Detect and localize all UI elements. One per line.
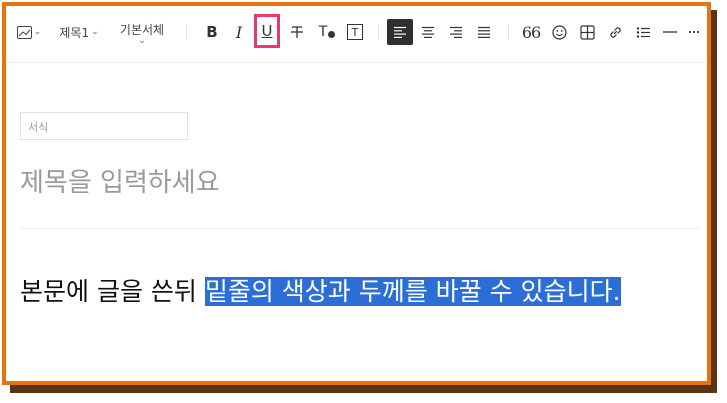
font-select[interactable]: 기본서체 ⌄ — [113, 19, 171, 46]
quote-button[interactable]: 66 — [518, 19, 544, 45]
text-background-button[interactable]: T — [342, 19, 368, 45]
text-background-label: T — [351, 25, 359, 39]
title-input[interactable]: 제목을 입력하세요 — [20, 162, 220, 199]
color-dot-icon — [328, 31, 336, 38]
align-center-icon — [421, 26, 435, 39]
body-text: 본문에 글을 쓴뒤 — [20, 277, 205, 306]
italic-button[interactable]: I — [226, 19, 252, 45]
align-left-button[interactable] — [387, 19, 413, 45]
more-icon — [688, 30, 700, 34]
link-button[interactable] — [602, 19, 628, 45]
underline-button[interactable]: U — [254, 14, 280, 48]
emoji-button[interactable] — [546, 19, 572, 45]
image-icon — [16, 25, 32, 39]
link-icon — [608, 25, 623, 40]
strikethrough-icon — [290, 25, 304, 39]
toolbar-divider — [378, 25, 379, 39]
toolbar-divider — [508, 25, 509, 39]
selected-text: 밑줄의 색상과 두께를 바꿀 수 있습니다. — [204, 277, 621, 306]
editor-window: ⌄ 제목1 ⌄ 기본서체 ⌄ B I U T T 66 서식 제목을 입력하세요… — [2, 2, 711, 385]
align-left-icon — [393, 26, 407, 39]
text-color-label: T — [318, 24, 328, 40]
bullet-list-button[interactable] — [630, 19, 656, 45]
font-select-label: 기본서체 — [119, 22, 165, 37]
editor-toolbar: ⌄ 제목1 ⌄ 기본서체 ⌄ B I U T T 66 — [6, 6, 707, 63]
title-placeholder: 제목을 입력하세요 — [20, 168, 220, 198]
chevron-down-icon: ⌄ — [138, 35, 146, 46]
align-justify-icon — [477, 26, 491, 39]
more-button[interactable] — [684, 19, 704, 45]
chevron-down-icon: ⌄ — [33, 27, 42, 37]
horizontal-rule-button[interactable] — [658, 19, 682, 45]
underline-label: U — [261, 22, 273, 40]
toolbar-divider — [186, 25, 187, 39]
smiley-icon — [551, 24, 567, 40]
title-divider — [20, 228, 700, 229]
horizontal-rule-icon — [663, 30, 677, 34]
quote-label: 66 — [521, 22, 541, 42]
format-placeholder: 서식 — [28, 121, 49, 134]
strikethrough-button[interactable] — [284, 19, 310, 45]
text-background-icon: T — [347, 24, 363, 40]
heading-select[interactable]: 제목1 ⌄ — [56, 19, 102, 45]
align-center-button[interactable] — [415, 19, 441, 45]
table-button[interactable] — [574, 19, 600, 45]
table-icon — [579, 24, 595, 40]
align-right-icon — [449, 26, 463, 39]
image-dropdown[interactable]: ⌄ — [14, 19, 44, 45]
body-editor[interactable]: 본문에 글을 쓴뒤 밑줄의 색상과 두께를 바꿀 수 있습니다. — [20, 275, 621, 309]
bold-label: B — [206, 23, 218, 41]
bullet-list-icon — [636, 26, 651, 39]
bold-button[interactable]: B — [199, 19, 225, 45]
format-input[interactable]: 서식 — [20, 112, 188, 140]
text-color-button[interactable]: T — [312, 19, 342, 45]
italic-label: I — [235, 22, 243, 42]
align-right-button[interactable] — [443, 19, 469, 45]
heading-select-label: 제목1 — [59, 25, 90, 40]
chevron-down-icon: ⌄ — [91, 27, 99, 37]
align-justify-button[interactable] — [471, 19, 497, 45]
